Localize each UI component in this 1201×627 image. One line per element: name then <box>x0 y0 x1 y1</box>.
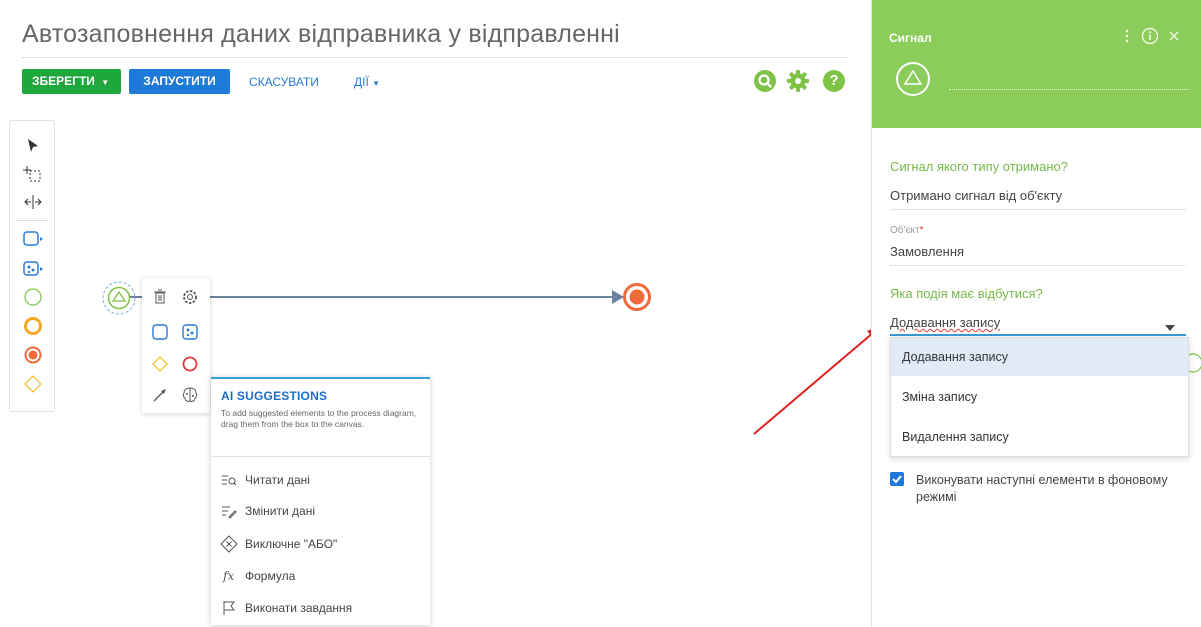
background-execution-checkbox[interactable] <box>890 472 904 486</box>
caret-down-icon: ▼ <box>101 78 110 87</box>
perform-task-icon <box>223 601 235 615</box>
divider <box>890 209 1186 210</box>
toolbar-divider <box>16 220 48 221</box>
connect-arrow-icon[interactable] <box>150 385 170 405</box>
dropdown-option-delete[interactable]: Видалення запису <box>891 418 1188 456</box>
modify-data-icon <box>222 506 237 519</box>
ai-suggestions-description: To add suggested elements to the process… <box>221 408 417 429</box>
element-toolbar <box>9 120 55 412</box>
suggestion-exclusive-gateway[interactable]: Виключне "АБО" <box>220 533 421 555</box>
exclusive-gateway-icon <box>220 535 238 553</box>
suggestion-label: Виконати завдання <box>245 601 353 615</box>
actions-menu-button[interactable]: ДІЇ ▼ <box>354 75 380 89</box>
read-data-icon <box>222 475 237 486</box>
start-signal-event[interactable] <box>100 280 138 318</box>
panel-header: Сигнал <box>872 0 1201 128</box>
formula-icon: fx <box>223 569 235 583</box>
suggestion-perform-task[interactable]: Виконати завдання <box>221 597 421 619</box>
signal-type-question: Сигнал якого типу отримано? <box>890 159 1068 174</box>
divider <box>890 264 1186 266</box>
append-end-event-icon[interactable] <box>180 354 200 374</box>
append-subprocess-icon[interactable] <box>180 322 200 342</box>
caret-down-icon: ▼ <box>372 79 381 88</box>
element-name-input[interactable] <box>949 88 1189 90</box>
ai-suggestions-panel: AI SUGGESTIONS To add suggested elements… <box>211 377 430 625</box>
intermediate-event-tool-icon[interactable] <box>22 315 44 337</box>
suggestion-modify-data[interactable]: Змінити дані <box>221 500 421 522</box>
event-dropdown-list: Додавання запису Зміна запису Видалення … <box>890 337 1189 457</box>
task-tool-icon[interactable] <box>22 228 44 250</box>
ai-suggestions-title: AI SUGGESTIONS <box>221 389 328 403</box>
select-focus-underline <box>890 334 1186 336</box>
dropdown-option-add[interactable]: Додавання запису <box>891 338 1188 376</box>
object-label-text: Об'єкт <box>890 225 920 236</box>
help-icon[interactable]: ? <box>823 70 845 92</box>
run-button[interactable]: ЗАПУСТИТИ <box>129 69 230 94</box>
dropdown-option-change[interactable]: Зміна запису <box>891 378 1188 416</box>
suggestion-formula[interactable]: fx Формула <box>221 565 421 587</box>
required-mark: * <box>919 225 924 236</box>
element-context-menu <box>142 278 210 413</box>
search-icon[interactable] <box>754 70 776 92</box>
save-button-label: ЗБЕРЕГТИ <box>32 74 95 88</box>
suggestion-read-data[interactable]: Читати дані <box>221 469 421 491</box>
trash-icon[interactable] <box>150 287 170 307</box>
cancel-button[interactable]: СКАСУВАТИ <box>249 75 319 89</box>
space-tool-icon[interactable] <box>22 191 44 213</box>
background-execution-label[interactable]: Виконувати наступні елементи в фоновому … <box>916 472 1188 506</box>
panel-title: Сигнал <box>889 31 932 45</box>
gateway-tool-icon[interactable] <box>22 373 44 395</box>
append-task-icon[interactable] <box>150 322 170 342</box>
settings-icon[interactable] <box>180 287 200 307</box>
gear-icon[interactable] <box>786 69 810 93</box>
lasso-tool-icon[interactable] <box>22 163 44 185</box>
suggestion-label: Читати дані <box>245 473 310 487</box>
dropdown-arrow-icon[interactable] <box>1165 319 1175 331</box>
ai-brain-icon[interactable] <box>180 385 200 405</box>
suggestion-label: Виключне "АБО" <box>245 537 338 551</box>
event-select[interactable]: Додавання запису <box>890 315 1000 330</box>
object-lookup-field[interactable]: Замовлення <box>890 244 964 259</box>
subprocess-tool-icon[interactable] <box>22 258 44 280</box>
event-question: Яка подія має відбутися? <box>890 286 1043 301</box>
annotation-arrow <box>750 320 890 440</box>
page-title: Автозаповнення даних відправника у відпр… <box>22 20 848 58</box>
end-event-tool-icon[interactable] <box>22 344 44 366</box>
append-gateway-icon[interactable] <box>150 354 170 374</box>
more-icon[interactable] <box>1122 27 1132 45</box>
start-event-tool-icon[interactable] <box>22 286 44 308</box>
end-event[interactable] <box>622 282 652 312</box>
pointer-tool-icon[interactable] <box>22 135 44 157</box>
suggestion-label: Змінити дані <box>245 504 315 518</box>
signal-event-icon <box>894 60 932 98</box>
divider <box>211 456 430 457</box>
object-field-label: Об'єкт* <box>890 225 924 236</box>
signal-type-value[interactable]: Отримано сигнал від об'єкту <box>890 188 1062 203</box>
suggestion-label: Формула <box>245 569 296 583</box>
properties-panel: Сигнал Сигнал якого типу отримано? Отрим… <box>871 0 1201 627</box>
actions-label: ДІЇ <box>354 75 369 89</box>
info-icon[interactable] <box>1141 27 1159 45</box>
save-button[interactable]: ЗБЕРЕГТИ ▼ <box>22 69 121 94</box>
close-icon[interactable] <box>1166 28 1182 44</box>
